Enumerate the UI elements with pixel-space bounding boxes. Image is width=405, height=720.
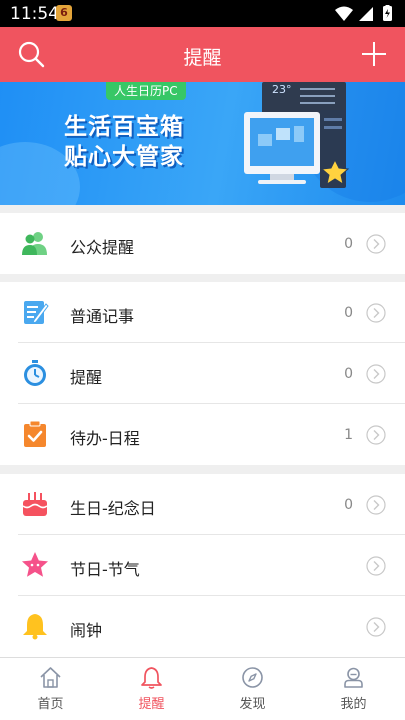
list-item-label: 提醒 bbox=[70, 368, 103, 387]
list-item-festival[interactable]: 节日-节气 bbox=[0, 535, 405, 596]
section-public: 公众提醒 0 bbox=[0, 213, 405, 274]
tab-label: 发现 bbox=[239, 697, 266, 712]
list-item-label: 普通记事 bbox=[70, 307, 135, 326]
item-count: 0 bbox=[344, 236, 353, 252]
tab-label: 首页 bbox=[37, 697, 64, 712]
tab-discover[interactable]: 发现 bbox=[202, 658, 303, 720]
list-item-label: 节日-节气 bbox=[70, 560, 140, 579]
item-count: 0 bbox=[344, 305, 353, 321]
tab-label: 提醒 bbox=[138, 697, 165, 712]
banner-headline-1: 生活百宝箱 bbox=[64, 114, 184, 140]
list-item-label: 公众提醒 bbox=[70, 238, 135, 257]
list-item-label: 待办-日程 bbox=[70, 429, 140, 448]
page-title: 提醒 bbox=[183, 47, 222, 69]
tab-label: 我的 bbox=[340, 697, 367, 712]
banner-tag: 人生日历PC bbox=[106, 82, 186, 100]
list-item-birthday[interactable]: 生日-纪念日 0 bbox=[0, 474, 405, 535]
section-events: 生日-纪念日 0 节日-节气 闹钟 bbox=[0, 474, 405, 657]
list-item-reminder[interactable]: 提醒 0 bbox=[0, 343, 405, 404]
banner-clock-text: 23° bbox=[272, 83, 292, 96]
notepad-icon bbox=[24, 301, 49, 324]
compass-icon bbox=[242, 667, 263, 688]
list-item-label: 生日-纪念日 bbox=[70, 499, 156, 518]
home-icon bbox=[40, 667, 61, 688]
star-icon bbox=[22, 552, 48, 577]
tab-reminder[interactable]: 提醒 bbox=[101, 658, 202, 720]
cake-icon bbox=[22, 492, 48, 516]
chevron-right-icon bbox=[366, 556, 386, 576]
banner-headline-2: 贴心大管家 bbox=[64, 144, 184, 170]
item-count: 1 bbox=[344, 427, 353, 443]
promo-banner[interactable]: 人生日历PC 生活百宝箱 贴心大管家 23° bbox=[0, 82, 405, 205]
people-icon bbox=[22, 232, 47, 255]
item-count: 0 bbox=[344, 366, 353, 382]
plus-icon[interactable] bbox=[360, 40, 388, 68]
chevron-right-icon bbox=[366, 364, 386, 384]
chevron-right-icon bbox=[366, 303, 386, 323]
item-count: 0 bbox=[344, 497, 353, 513]
app-header: 提醒 bbox=[0, 27, 405, 82]
stopwatch-icon bbox=[24, 360, 46, 386]
status-time: 11:54 bbox=[10, 4, 59, 24]
tab-home[interactable]: 首页 bbox=[0, 658, 101, 720]
status-bar: 11:54 6 bbox=[0, 0, 405, 27]
user-icon bbox=[344, 667, 363, 688]
chevron-right-icon bbox=[366, 234, 386, 254]
chevron-right-icon bbox=[366, 617, 386, 637]
chevron-right-icon bbox=[366, 425, 386, 445]
list-item-note[interactable]: 普通记事 0 bbox=[0, 282, 405, 343]
list-item-label: 闹钟 bbox=[70, 621, 103, 640]
list-item-todo[interactable]: 待办-日程 1 bbox=[0, 404, 405, 465]
computer-illustration-icon: 23° bbox=[244, 82, 350, 188]
tab-mine[interactable]: 我的 bbox=[303, 658, 404, 720]
notification-badge-icon: 6 bbox=[56, 5, 72, 21]
section-notes: 普通记事 0 提醒 0 待办-日程 1 bbox=[0, 282, 405, 465]
clipboard-check-icon bbox=[24, 420, 46, 447]
bell-icon bbox=[141, 667, 162, 689]
list-item-public-reminder[interactable]: 公众提醒 0 bbox=[0, 213, 405, 274]
bell-icon bbox=[23, 614, 47, 640]
system-status-icons bbox=[335, 5, 392, 21]
list-item-alarm[interactable]: 闹钟 bbox=[0, 596, 405, 657]
bottom-tab-bar: 首页 提醒 发现 我的 bbox=[0, 657, 405, 720]
chevron-right-icon bbox=[366, 495, 386, 515]
